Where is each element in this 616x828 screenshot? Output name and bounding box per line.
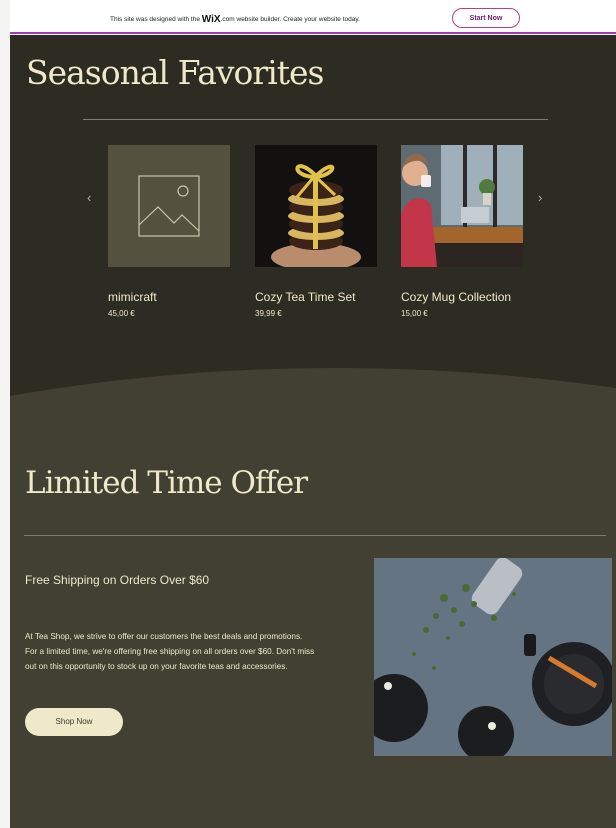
carousel-prev-arrow-icon[interactable]: ‹	[87, 190, 91, 205]
seasonal-favorites-section: Seasonal Favorites ‹ › mimicraft 45,00 €	[10, 35, 616, 405]
product-price: 39,99 €	[255, 309, 282, 318]
divider	[24, 535, 606, 536]
divider	[83, 119, 548, 120]
product-name[interactable]: Cozy Tea Time Set	[255, 287, 377, 307]
limited-time-offer-section: Limited Time Offer Free Shipping on Orde…	[10, 405, 616, 828]
section-title: Seasonal Favorites	[26, 53, 324, 92]
woman-with-mug-image	[401, 145, 523, 267]
tea-leaves-photo	[374, 558, 612, 756]
section-title: Limited Time Offer	[25, 465, 308, 501]
product-name[interactable]: Cozy Mug Collection	[401, 287, 523, 307]
section-wave-divider	[10, 352, 616, 412]
carousel-next-arrow-icon[interactable]: ›	[538, 190, 542, 205]
cookie-stack-image	[255, 145, 377, 267]
wix-banner-text-after: website builder. Create your website tod…	[236, 16, 360, 23]
product-name[interactable]: mimicraft	[108, 287, 230, 307]
product-image-placeholder[interactable]	[108, 145, 230, 267]
offer-subtitle: Free Shipping on Orders Over $60	[25, 573, 210, 587]
shop-now-button[interactable]: Shop Now	[25, 708, 123, 736]
product-price: 45,00 €	[108, 309, 135, 318]
wix-logo-suffix: .com	[220, 16, 235, 23]
product-card[interactable]: Cozy Mug Collection 15,00 €	[401, 145, 523, 318]
page: This site was designed with the WiX.com …	[10, 0, 616, 828]
tea-leaves-image	[374, 558, 612, 756]
wix-banner: This site was designed with the WiX.com …	[10, 0, 616, 34]
cookie-stack-photo[interactable]	[255, 145, 377, 267]
product-price: 15,00 €	[401, 309, 428, 318]
start-now-button[interactable]: Start Now	[452, 8, 520, 28]
product-card[interactable]: Cozy Tea Time Set 39,99 €	[255, 145, 377, 318]
offer-description: At Tea Shop, we strive to offer our cust…	[25, 632, 315, 671]
woman-with-mug-photo[interactable]	[401, 145, 523, 267]
wix-logo[interactable]: WiX	[202, 14, 221, 25]
image-placeholder-icon	[138, 175, 200, 237]
wix-banner-message: This site was designed with the WiX.com …	[110, 14, 360, 25]
product-card[interactable]: mimicraft 45,00 €	[108, 145, 230, 318]
wix-banner-text-before: This site was designed with the	[110, 16, 200, 23]
